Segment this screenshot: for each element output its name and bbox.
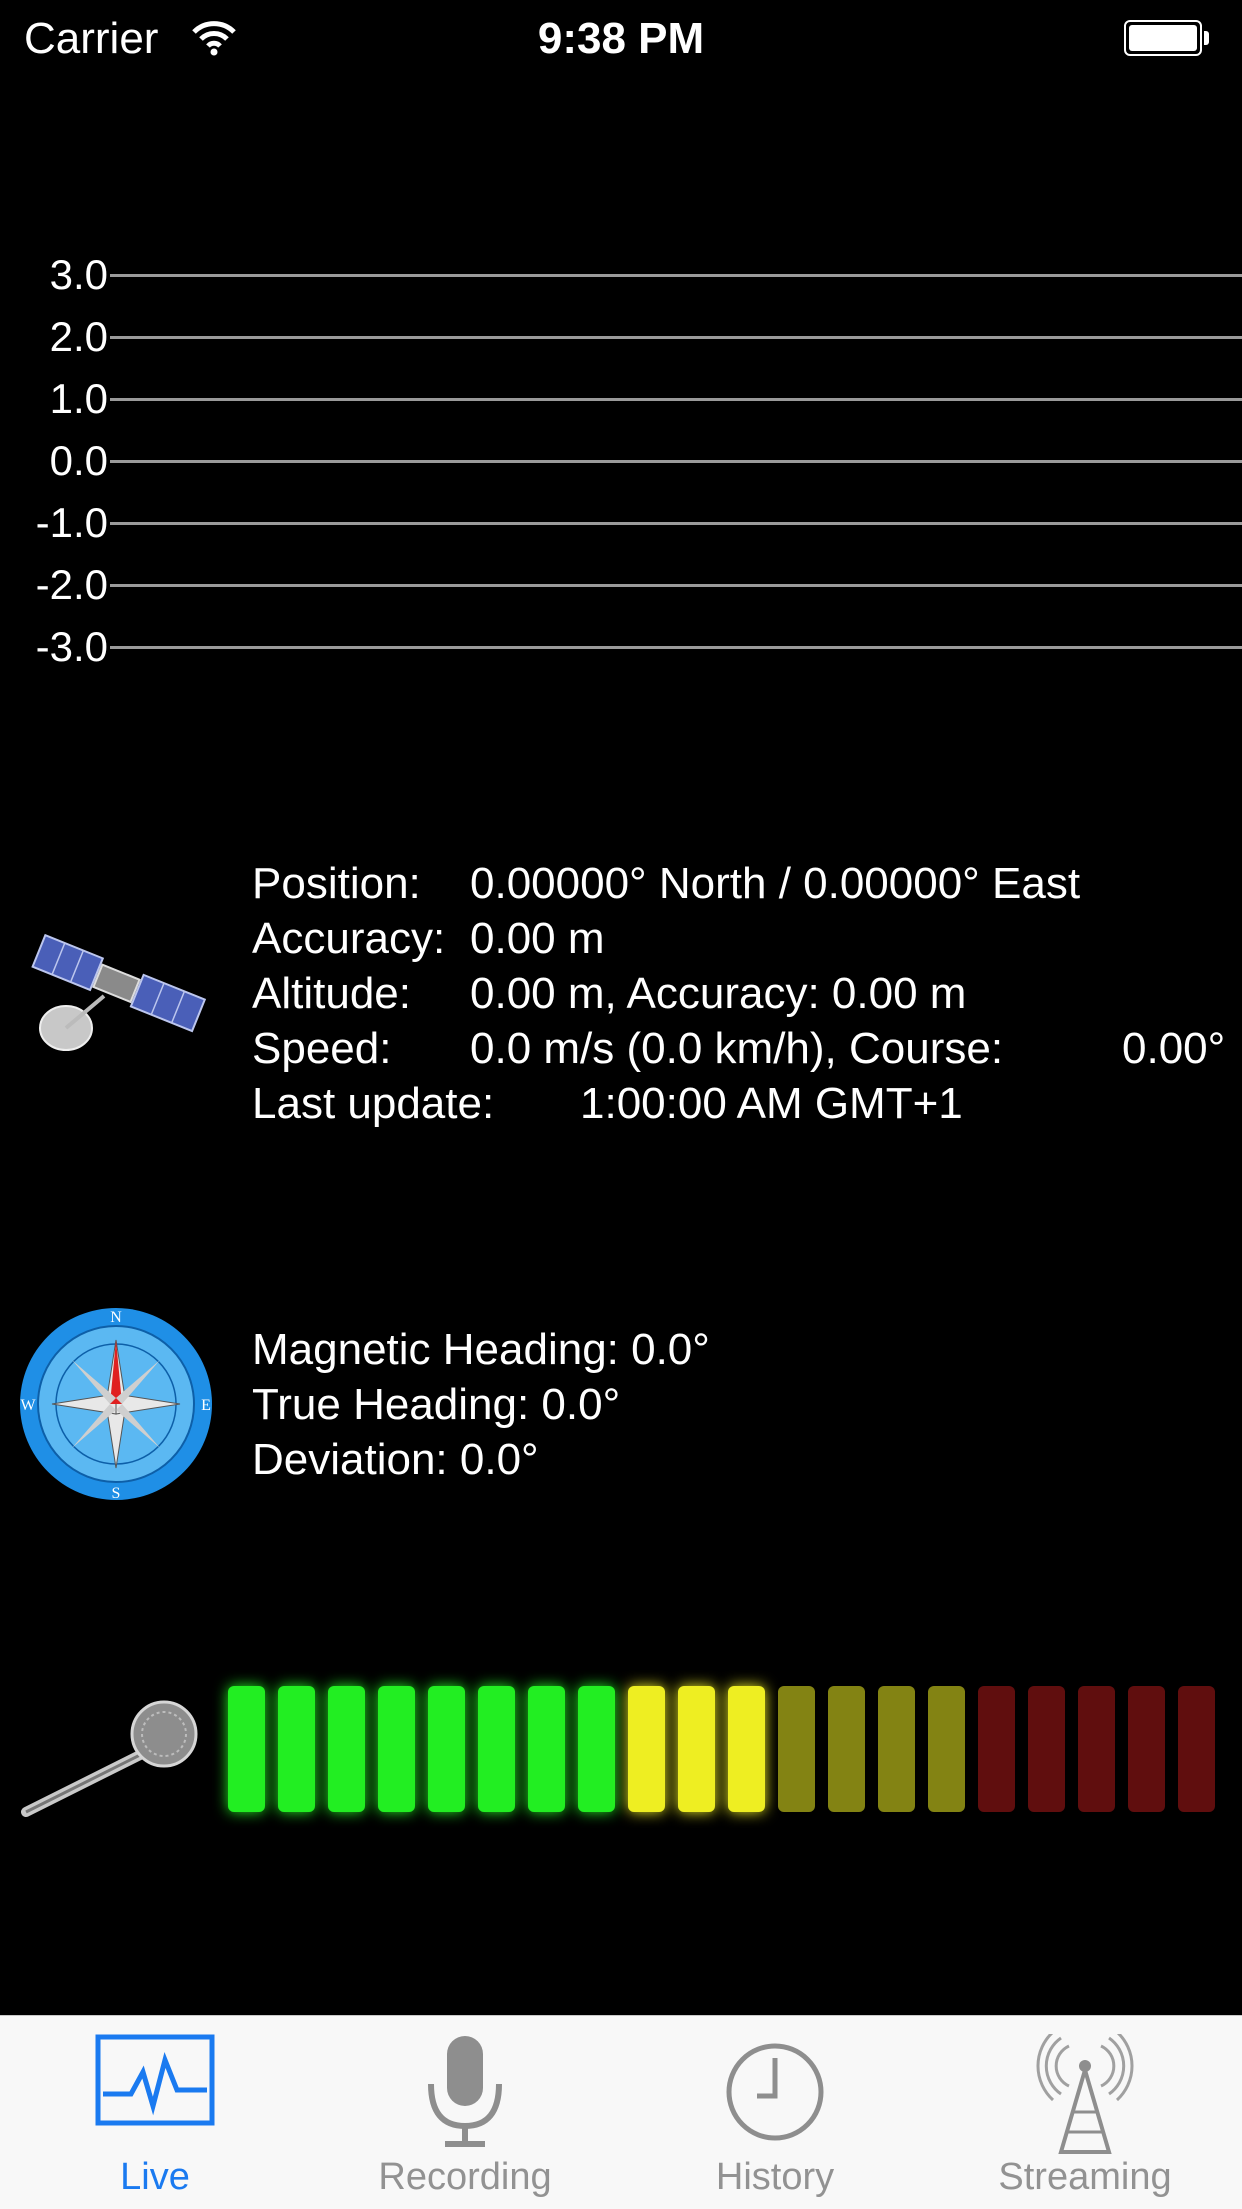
- y-tick-label: -3.0: [35, 623, 108, 670]
- gridline: [110, 274, 1242, 277]
- speed-value: 0.0 m/s (0.0 km/h), Course:: [470, 1024, 1004, 1073]
- level-segment: [1178, 1686, 1215, 1812]
- y-tick-label: -1.0: [35, 499, 108, 546]
- level-segment: [878, 1686, 915, 1812]
- sensor-chart: 3.0 2.0 1.0 0.0 -1.0 -2.0 -3.0: [0, 240, 1242, 668]
- clock-time: 9:38 PM: [537, 14, 705, 63]
- compass-letter-w: W: [20, 1397, 36, 1414]
- tab-history[interactable]: History: [620, 2016, 930, 2209]
- compass-letter-n: N: [110, 1309, 122, 1326]
- antenna-icon: [1036, 2034, 1134, 2154]
- tab-label: Recording: [378, 2156, 552, 2198]
- gridline: [110, 336, 1242, 339]
- level-segment: [228, 1686, 265, 1812]
- y-tick-label: 0.0: [49, 437, 108, 484]
- level-segment: [778, 1686, 815, 1812]
- altitude-label: Altitude:: [252, 969, 411, 1018]
- tab-streaming[interactable]: Streaming: [930, 2016, 1240, 2209]
- speed-label: Speed:: [252, 1024, 392, 1073]
- gridline: [110, 398, 1242, 401]
- level-segment: [578, 1686, 615, 1812]
- compass-icon: N E S W: [18, 1306, 214, 1502]
- magnetic-heading: Magnetic Heading: 0.0°: [252, 1325, 710, 1374]
- level-segment: [928, 1686, 965, 1812]
- tab-label: Live: [120, 2156, 190, 2198]
- gridline: [110, 522, 1242, 525]
- battery-icon: [1124, 20, 1209, 58]
- level-segment: [378, 1686, 415, 1812]
- status-bar: Carrier 9:38 PM: [0, 0, 1242, 84]
- satellite-icon: [22, 920, 212, 1060]
- tab-recording[interactable]: Recording: [310, 2016, 620, 2209]
- microphone-icon: [428, 2036, 502, 2147]
- last-update-value: 1:00:00 AM GMT+1: [580, 1079, 963, 1128]
- course-value: 0.00°: [1122, 1024, 1226, 1073]
- level-segment: [478, 1686, 515, 1812]
- tab-label: History: [715, 2156, 835, 2198]
- microphone-icon: [18, 1690, 198, 1830]
- last-update-label: Last update:: [252, 1079, 495, 1128]
- tab-bar: Live Recording History Streaming: [0, 2015, 1242, 2209]
- tab-live[interactable]: Live: [0, 2016, 310, 2209]
- pulse-icon: [95, 2034, 215, 2126]
- level-segment: [1078, 1686, 1115, 1812]
- compass-letter-s: S: [112, 1485, 121, 1502]
- gridline: [110, 584, 1242, 587]
- y-tick-label: 3.0: [49, 251, 108, 298]
- tab-label: Streaming: [998, 2156, 1172, 2198]
- level-segment: [1028, 1686, 1065, 1812]
- level-segment: [278, 1686, 315, 1812]
- y-tick-label: -2.0: [35, 561, 108, 608]
- accuracy-value: 0.00 m: [470, 914, 605, 963]
- level-segment: [728, 1686, 765, 1812]
- clock-icon: [726, 2043, 824, 2141]
- altitude-value: 0.00 m, Accuracy: 0.00 m: [470, 969, 967, 1018]
- level-segment: [528, 1686, 565, 1812]
- y-tick-label: 2.0: [49, 313, 108, 360]
- deviation: Deviation: 0.0°: [252, 1435, 539, 1484]
- level-segment: [1128, 1686, 1165, 1812]
- level-segment: [328, 1686, 365, 1812]
- level-segment: [828, 1686, 865, 1812]
- y-tick-label: 1.0: [49, 375, 108, 422]
- audio-level-meter: [228, 1686, 1215, 1822]
- level-segment: [628, 1686, 665, 1812]
- level-segment: [428, 1686, 465, 1812]
- true-heading: True Heading: 0.0°: [252, 1380, 621, 1429]
- accuracy-label: Accuracy:: [252, 914, 446, 963]
- level-segment: [678, 1686, 715, 1812]
- gridline: [110, 460, 1242, 463]
- level-segment: [978, 1686, 1015, 1812]
- compass-letter-e: E: [201, 1397, 211, 1414]
- gridline: [110, 646, 1242, 649]
- position-label: Position:: [252, 859, 421, 908]
- position-value: 0.00000° North / 0.00000° East: [470, 859, 1081, 908]
